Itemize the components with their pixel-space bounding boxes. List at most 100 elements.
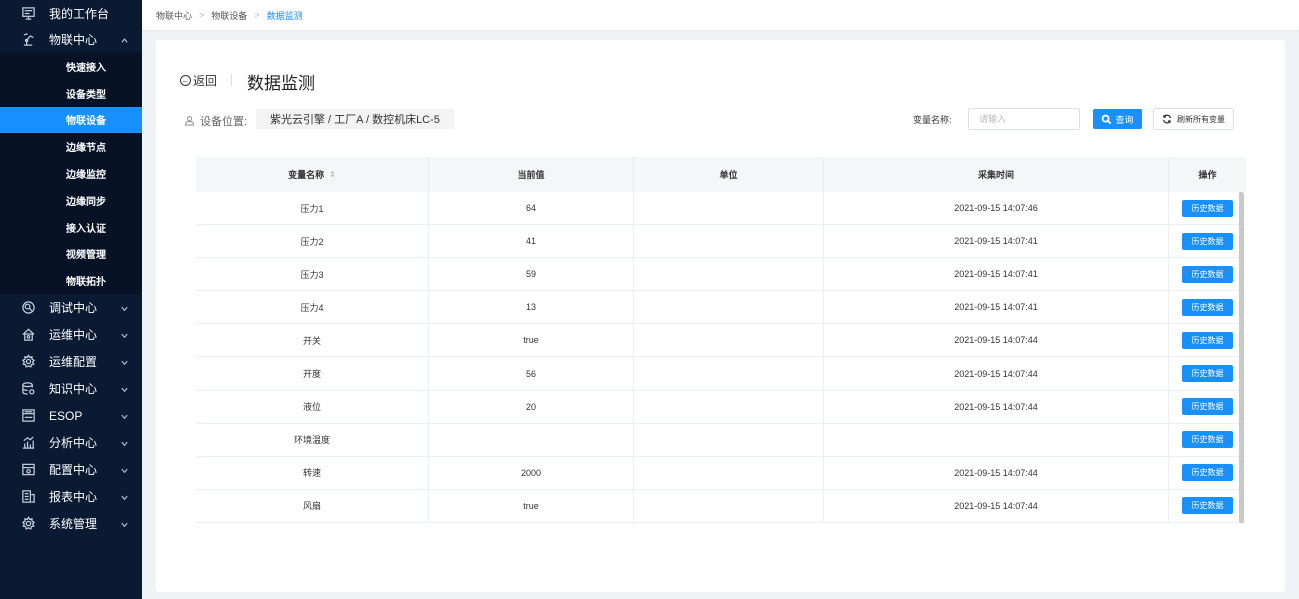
cell-variable-name: 风扇 xyxy=(196,489,429,522)
breadcrumb-separator-icon: > xyxy=(254,10,260,20)
sidebar-group-config[interactable]: 配置中心 xyxy=(0,456,142,483)
column-header-name[interactable]: 变量名称 ⇕ xyxy=(196,157,429,192)
cell-collect-time: 2021-09-15 14:07:44 xyxy=(824,489,1169,522)
query-button-label: 查询 xyxy=(1115,114,1134,125)
cell-current-value: 20 xyxy=(429,390,634,423)
cell-action: 历史数据 xyxy=(1169,357,1246,389)
chevron-down-icon xyxy=(120,383,130,393)
refresh-all-button[interactable]: 刷新所有变量 xyxy=(1153,108,1234,130)
page-title: 数据监测 xyxy=(247,74,315,93)
cell-variable-name: 液位 xyxy=(196,390,429,423)
cell-collect-time: 2021-09-15 14:07:44 xyxy=(824,357,1169,390)
table-row: 压力2 41 2021-09-15 14:07:41 历史数据 xyxy=(196,225,1246,259)
sidebar-item-label: 我的工作台 xyxy=(49,6,110,21)
sidebar-item-workbench[interactable]: 我的工作台 xyxy=(0,0,142,26)
title-divider xyxy=(231,74,232,86)
cell-collect-time: 2021-09-15 14:07:41 xyxy=(824,225,1169,258)
iot-submenu: 快速接入 设备类型 物联设备 边缘节点 边缘监控 边缘同步 接入认证 视频管理 … xyxy=(0,53,142,295)
config-icon xyxy=(20,462,36,478)
back-button[interactable]: ← 返回 xyxy=(180,72,217,89)
esop-icon xyxy=(20,408,36,424)
refresh-icon xyxy=(1163,114,1171,124)
history-data-button[interactable]: 历史数据 xyxy=(1182,398,1233,416)
cell-current-value: 64 xyxy=(429,192,634,225)
history-data-button[interactable]: 历史数据 xyxy=(1182,265,1233,283)
cell-unit xyxy=(634,390,824,423)
sidebar-group-esop[interactable]: ESOP xyxy=(0,402,142,429)
analytics-icon xyxy=(20,435,36,451)
cell-variable-name: 环境温度 xyxy=(196,423,429,456)
breadcrumb: 物联中心 > 物联设备 > 数据监测 xyxy=(142,0,1299,30)
table-row: 压力4 13 2021-09-15 14:07:41 历史数据 xyxy=(196,291,1246,325)
sidebar-item-video[interactable]: 视频管理 xyxy=(0,241,142,268)
debug-icon xyxy=(20,300,36,316)
sidebar-group-system[interactable]: 系统管理 xyxy=(0,510,142,537)
table-row: 开度 56 2021-09-15 14:07:44 历史数据 xyxy=(196,357,1246,391)
column-header-action: 操作 xyxy=(1198,170,1217,180)
sidebar-item-access-auth[interactable]: 接入认证 xyxy=(0,214,142,241)
sidebar-item-iot-topology[interactable]: 物联拓扑 xyxy=(0,267,142,294)
cell-collect-time: 2021-09-15 14:07:46 xyxy=(824,192,1169,225)
cell-current-value: 13 xyxy=(429,291,634,324)
cell-action: 历史数据 xyxy=(1169,258,1246,290)
table-body: 压力1 64 2021-09-15 14:07:46 历史数据 压力2 41 2… xyxy=(196,192,1246,523)
history-data-button[interactable]: 历史数据 xyxy=(1182,365,1233,383)
sidebar-item-edge-nodes[interactable]: 边缘节点 xyxy=(0,133,142,160)
cell-action: 历史数据 xyxy=(1169,291,1246,323)
sidebar-item-edge-sync[interactable]: 边缘同步 xyxy=(0,187,142,214)
cell-action: 历史数据 xyxy=(1169,192,1246,224)
sidebar-item-device-types[interactable]: 设备类型 xyxy=(0,80,142,107)
sidebar-group-analytics[interactable]: 分析中心 xyxy=(0,429,142,456)
sidebar-group-reports[interactable]: 报表中心 xyxy=(0,483,142,510)
column-header-unit: 单位 xyxy=(634,157,824,192)
query-button[interactable]: 查询 xyxy=(1093,109,1142,129)
sidebar-group-ops[interactable]: 运维中心 xyxy=(0,321,142,348)
table-row: 风扇 true 2021-09-15 14:07:44 历史数据 xyxy=(196,489,1246,523)
cell-action: 历史数据 xyxy=(1169,490,1246,522)
chevron-down-icon xyxy=(120,464,130,474)
cell-unit xyxy=(634,489,824,522)
settings-icon xyxy=(20,354,36,370)
cell-variable-name: 压力2 xyxy=(196,225,429,258)
table-header: 变量名称 ⇕ 当前值 单位 采集时间 操作 xyxy=(196,157,1246,192)
history-data-button[interactable]: 历史数据 xyxy=(1182,331,1233,349)
sidebar-group-label: 报表中心 xyxy=(49,490,98,505)
sidebar-item-iot-devices[interactable]: 物联设备 xyxy=(0,106,142,134)
chevron-down-icon xyxy=(120,491,130,501)
cell-action: 历史数据 xyxy=(1169,324,1246,356)
sidebar-group-iot[interactable]: 物联中心 xyxy=(0,26,142,53)
cell-collect-time: 2021-09-15 14:07:44 xyxy=(824,324,1169,357)
main-panel: ← 返回 数据监测 设备位置: 紫光云引擎 / 工厂A / 数控机床LC-5 变… xyxy=(156,40,1285,592)
cell-current-value: 2000 xyxy=(429,456,634,489)
sidebar-group-knowledge[interactable]: 知识中心 xyxy=(0,375,142,402)
history-data-button[interactable]: 历史数据 xyxy=(1182,431,1233,449)
sidebar-item-edge-monitor[interactable]: 边缘监控 xyxy=(0,160,142,187)
history-data-button[interactable]: 历史数据 xyxy=(1182,298,1233,316)
chevron-down-icon xyxy=(120,410,130,420)
cell-action: 历史数据 xyxy=(1169,225,1246,257)
history-data-button[interactable]: 历史数据 xyxy=(1182,497,1233,515)
search-icon xyxy=(1102,114,1112,124)
cell-unit xyxy=(634,357,824,390)
sidebar-group-label: 调试中心 xyxy=(49,301,98,316)
cell-current-value: 56 xyxy=(429,357,634,390)
history-data-button[interactable]: 历史数据 xyxy=(1182,199,1233,217)
robot-arm-icon xyxy=(20,32,36,48)
breadcrumb-item[interactable]: 物联中心 xyxy=(156,9,192,22)
sidebar-group-debug[interactable]: 调试中心 xyxy=(0,294,142,321)
variable-name-input[interactable] xyxy=(968,108,1080,130)
sidebar-group-label: 系统管理 xyxy=(49,517,98,532)
sidebar-group-ops-config[interactable]: 运维配置 xyxy=(0,348,142,375)
sort-icon[interactable]: ⇕ xyxy=(329,170,336,179)
cell-action: 历史数据 xyxy=(1169,391,1246,423)
history-data-button[interactable]: 历史数据 xyxy=(1182,464,1233,482)
table-scrollbar[interactable] xyxy=(1239,192,1244,523)
sidebar-item-quick-access[interactable]: 快速接入 xyxy=(0,53,142,80)
cell-collect-time: 2021-09-15 14:07:44 xyxy=(824,390,1169,423)
breadcrumb-item[interactable]: 物联设备 xyxy=(211,9,247,22)
cell-action: 历史数据 xyxy=(1169,424,1246,456)
history-data-button[interactable]: 历史数据 xyxy=(1182,232,1233,250)
cell-current-value: true xyxy=(429,324,634,357)
sidebar-group-label: 物联中心 xyxy=(49,33,98,47)
cell-unit xyxy=(634,192,824,225)
